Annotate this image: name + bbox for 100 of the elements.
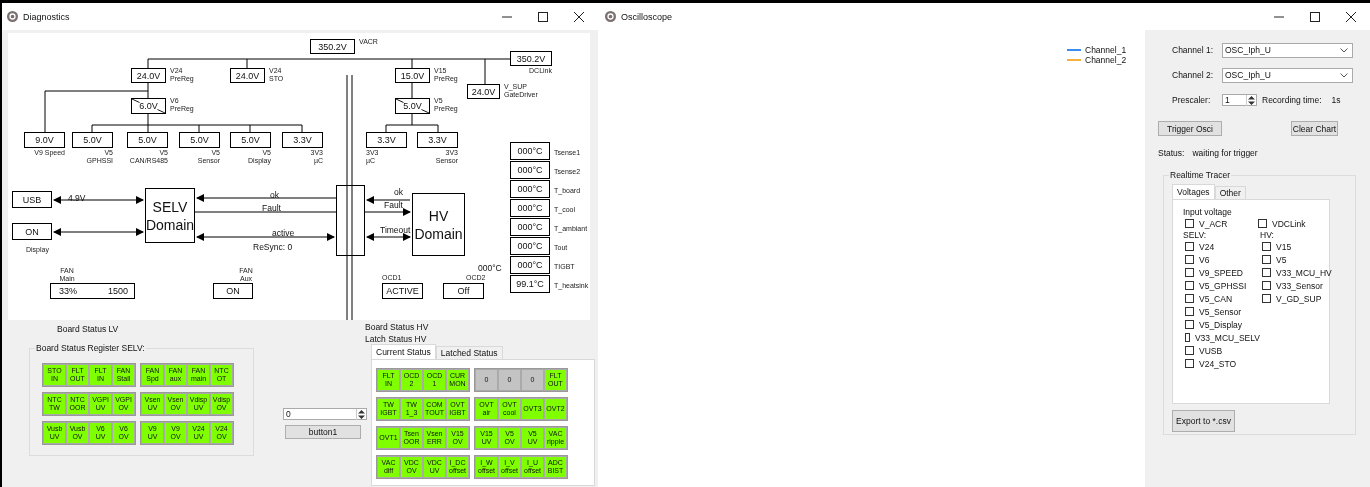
- checkbox-label: V6: [1199, 254, 1210, 265]
- field-label: Recording time:: [1262, 95, 1322, 105]
- checkbox-label: VUSB: [1199, 345, 1223, 356]
- checkbox-label: V5_GPHSSI: [1199, 280, 1247, 291]
- arrow: [364, 208, 411, 216]
- section-heading: SELV:: [1183, 230, 1208, 240]
- usb-box: USB: [12, 191, 52, 208]
- checkbox-label: V5_CAN: [1199, 293, 1233, 304]
- checkbox-label: V24_STO: [1199, 358, 1237, 369]
- voltage-box: 24.0V: [467, 84, 500, 99]
- tab[interactable]: Voltages: [1172, 184, 1215, 199]
- checkbox-label: V33_Sensor: [1276, 280, 1323, 291]
- voltage-box: 3.3V: [417, 132, 458, 148]
- voltage-label: 4.9V: [68, 193, 86, 203]
- checkbox-label: V_GD_SUP: [1276, 293, 1322, 304]
- checkbox-label: V33_MCU_SELV: [1194, 332, 1260, 343]
- close-icon: [574, 11, 584, 22]
- checkbox[interactable]: [1185, 307, 1194, 316]
- app-icon: [605, 11, 616, 22]
- checkbox[interactable]: [1185, 255, 1194, 264]
- temperature-label: 000°C: [478, 263, 502, 273]
- voltage-box: 5.0V: [179, 132, 220, 148]
- field-label: Channel 2:: [1172, 70, 1215, 80]
- number-field[interactable]: 1: [1222, 94, 1257, 106]
- window-title: Oscilloscope: [621, 11, 673, 22]
- close-icon: [1346, 11, 1356, 22]
- maximize-icon: [538, 11, 548, 22]
- voltage-box: 24.0V: [131, 68, 166, 83]
- tab[interactable]: Other: [1214, 186, 1246, 199]
- legend-label: Channel_2: [1085, 55, 1127, 65]
- checkbox[interactable]: [1262, 281, 1271, 290]
- ocd-box: ACTIVE: [382, 283, 423, 299]
- spin-arrows-icon[interactable]: [1246, 94, 1256, 106]
- temperature-box: 000°C: [510, 199, 550, 217]
- signal-label: Fault: [262, 203, 281, 213]
- checkbox[interactable]: [1185, 320, 1194, 329]
- maximize-icon: [1310, 11, 1320, 22]
- button[interactable]: Trigger Osci: [1158, 121, 1222, 136]
- dropdown[interactable]: OSC_Iph_U: [1222, 42, 1353, 58]
- temperature-box: 000°C: [510, 180, 550, 198]
- group-label: Realtime Tracer: [1169, 170, 1231, 181]
- button[interactable]: Clear Chart: [1291, 121, 1338, 136]
- signal-label: Fault: [384, 200, 403, 210]
- checkbox[interactable]: [1185, 219, 1194, 228]
- voltage-box: 5.0V: [230, 132, 271, 148]
- number-field[interactable]: 0: [283, 408, 367, 420]
- window-title: Diagnostics: [23, 11, 70, 22]
- voltage-box: 24.0V: [230, 68, 265, 83]
- checkbox-label: VDCLink: [1272, 218, 1306, 229]
- checkbox-label: V9_SPEED: [1199, 267, 1243, 278]
- checkbox[interactable]: [1185, 281, 1194, 290]
- temperature-box: 000°C: [510, 218, 550, 236]
- temperature-box: 000°C: [510, 142, 550, 160]
- checkbox-label: V5: [1276, 254, 1287, 265]
- regulator-box: 6.0V: [131, 98, 166, 114]
- voltage-box: 350.2V: [510, 51, 552, 66]
- app-icon: [7, 11, 18, 22]
- checkbox-label: V24: [1199, 241, 1215, 252]
- signal-label: Timeout: [380, 225, 411, 235]
- section-label: Latch Status HV: [365, 333, 428, 345]
- signal-label: ok: [394, 187, 403, 197]
- signal-label: active: [272, 228, 295, 238]
- section-label: Board Status LV: [57, 323, 120, 335]
- export-button[interactable]: Export to *.csv: [1172, 410, 1235, 432]
- checkbox[interactable]: [1262, 268, 1271, 277]
- checkbox[interactable]: [1185, 333, 1190, 342]
- tab[interactable]: Current Status: [371, 344, 436, 359]
- domain-box: HV Domain: [412, 193, 465, 256]
- checkbox[interactable]: [1262, 294, 1271, 303]
- checkbox[interactable]: [1258, 219, 1267, 228]
- recording-time: 1s: [1331, 95, 1341, 105]
- display-box: ON: [12, 223, 52, 240]
- checkbox[interactable]: [1262, 255, 1271, 264]
- status-text: waiting for trigger: [1192, 148, 1258, 158]
- temperature-box: 000°C: [510, 256, 550, 274]
- section-label: Board Status HV: [365, 321, 430, 333]
- fan-speed: 1500: [107, 286, 128, 296]
- checkbox-label: V_ACR: [1199, 218, 1228, 229]
- checkbox[interactable]: [1185, 294, 1194, 303]
- checkbox[interactable]: [1185, 359, 1194, 368]
- regulator-box: 5.0V: [395, 98, 430, 114]
- fan-box: ON: [213, 283, 253, 299]
- checkbox[interactable]: [1185, 268, 1194, 277]
- checkbox-label: V33_MCU_HV: [1276, 267, 1332, 278]
- voltage-box: 350.2V: [310, 39, 355, 54]
- group-label: Board Status Register SELV:: [35, 343, 146, 354]
- checkbox-label: V15: [1276, 241, 1292, 252]
- voltage-box: 9.0V: [24, 132, 65, 148]
- tab[interactable]: Latched Status: [435, 346, 503, 359]
- temperature-box: 000°C: [510, 237, 550, 255]
- legend-label: Channel_1: [1085, 45, 1127, 55]
- checkbox[interactable]: [1185, 242, 1194, 251]
- spin-arrows-icon[interactable]: [356, 408, 366, 420]
- field-label: Prescaler:: [1172, 95, 1212, 105]
- checkbox[interactable]: [1262, 242, 1271, 251]
- arrow: [366, 233, 411, 241]
- temperature-box: 99.1°C: [510, 275, 550, 293]
- button[interactable]: button1: [285, 425, 361, 439]
- checkbox[interactable]: [1185, 346, 1194, 355]
- dropdown[interactable]: OSC_Iph_U: [1222, 67, 1353, 83]
